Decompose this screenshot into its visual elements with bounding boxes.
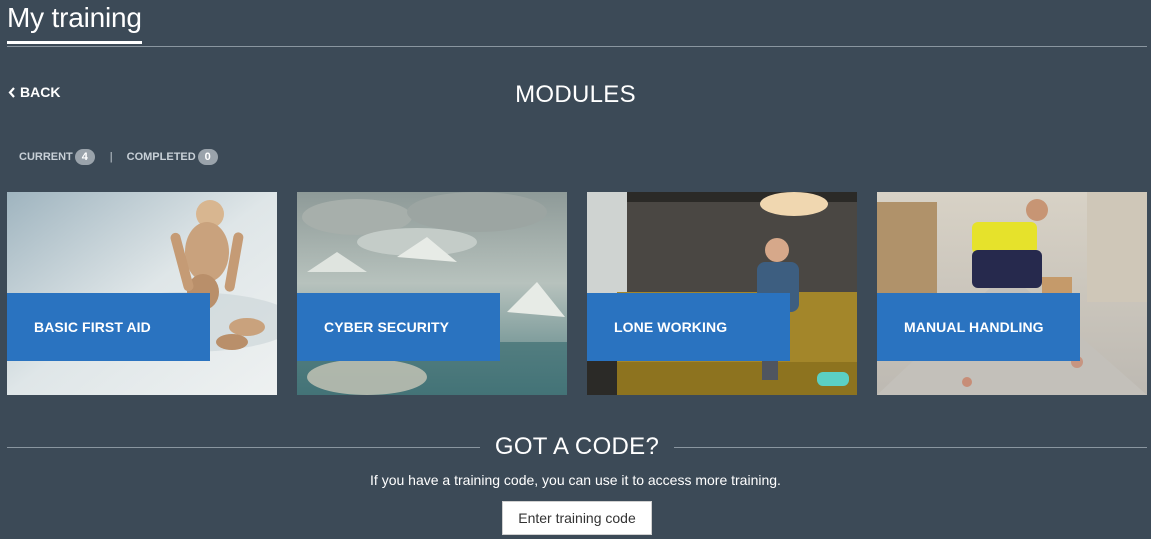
filter-separator: | [109,151,113,163]
tab-completed-label: COMPLETED [126,151,196,163]
page-header: My training [7,0,1147,47]
module-card-cyber-security[interactable]: CYBER SECURITY [297,192,567,395]
module-card-lone-working[interactable]: LONE WORKING [587,192,857,395]
page-title: My training [7,2,142,44]
module-card-label: BASIC FIRST AID [7,293,210,361]
module-card-label: CYBER SECURITY [297,293,500,361]
tab-current-label: CURRENT [19,151,73,163]
enter-training-code-button[interactable]: Enter training code [502,501,652,535]
module-card-basic-first-aid[interactable]: BASIC FIRST AID [7,192,277,395]
code-heading-row: GOT A CODE? [7,430,1147,464]
current-count-badge: 4 [74,149,95,165]
code-section: GOT A CODE? [7,430,1147,464]
modules-title: MODULES [515,81,636,108]
module-filters: CURRENT 4 | COMPLETED 0 [19,149,218,165]
module-card-label: LONE WORKING [587,293,790,361]
module-card-label: MANUAL HANDLING [877,293,1080,361]
code-heading: GOT A CODE? [494,433,660,460]
module-card-manual-handling[interactable]: MANUAL HANDLING [877,192,1147,395]
tab-current[interactable]: CURRENT 4 [19,149,95,165]
tab-completed[interactable]: COMPLETED 0 [127,149,218,165]
code-description: If you have a training code, you can use… [370,472,781,488]
completed-count-badge: 0 [197,149,218,165]
